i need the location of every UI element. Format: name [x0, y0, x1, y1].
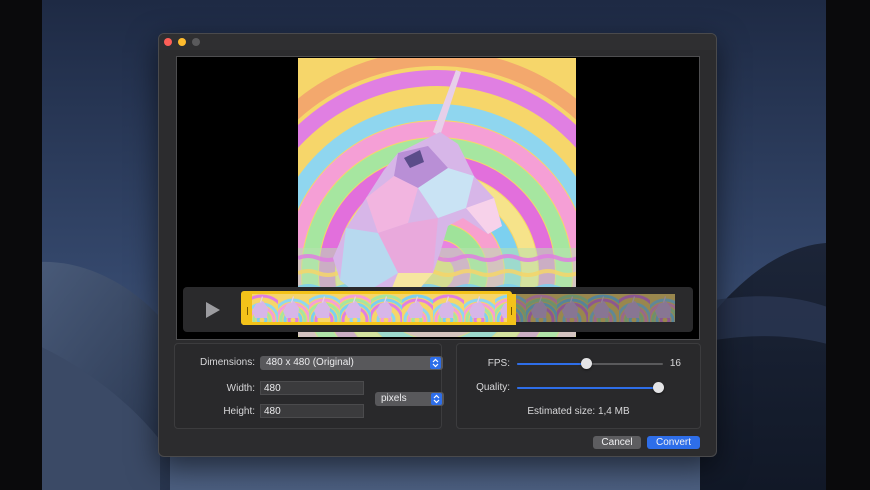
video-preview [176, 56, 700, 340]
popup-stepper-icon [430, 357, 441, 369]
height-field[interactable]: 480 [260, 404, 364, 418]
dimensions-popup[interactable]: 480 x 480 (Original) [260, 356, 443, 370]
popup-stepper-icon [431, 393, 442, 405]
quality-slider-fill [517, 387, 658, 389]
height-label: Height: [223, 406, 255, 417]
fps-value: 16 [669, 358, 681, 369]
dimensions-value: 480 x 480 (Original) [266, 357, 354, 368]
close-button[interactable] [164, 38, 172, 46]
estimated-size: Estimated size: 1,4 MB [527, 406, 630, 417]
fps-slider-fill [517, 363, 586, 365]
title-bar[interactable] [159, 34, 716, 50]
fps-slider[interactable] [517, 358, 663, 370]
unit-popup[interactable]: pixels [375, 392, 444, 406]
unit-value: pixels [381, 393, 407, 404]
quality-label: Quality: [476, 382, 510, 393]
convert-button[interactable]: Convert [647, 436, 700, 449]
dimensions-label: Dimensions: [199, 357, 255, 368]
minimize-button[interactable] [178, 38, 186, 46]
fps-label: FPS: [487, 358, 510, 369]
zoom-button[interactable] [192, 38, 200, 46]
fps-slider-knob[interactable] [581, 358, 592, 369]
trimmed-out-region [513, 291, 675, 325]
width-field[interactable]: 480 [260, 381, 364, 395]
quality-slider-knob[interactable] [653, 382, 664, 393]
converter-window: Dimensions: 480 x 480 (Original) Width: … [158, 33, 717, 457]
quality-slider[interactable] [517, 382, 664, 394]
width-label: Width: [226, 383, 255, 394]
dimensions-panel: Dimensions: 480 x 480 (Original) Width: … [174, 343, 444, 429]
trim-start-handle[interactable] [243, 294, 252, 325]
trim-selection[interactable] [241, 291, 516, 325]
cancel-button[interactable]: Cancel [593, 436, 641, 449]
output-settings-panel: FPS: 16 Quality: Estimated size: 1,4 MB [456, 343, 701, 429]
timeline-bar[interactable] [183, 287, 693, 332]
play-icon[interactable] [202, 300, 222, 320]
trim-end-handle[interactable] [507, 294, 516, 325]
frame-strip[interactable] [241, 291, 675, 325]
